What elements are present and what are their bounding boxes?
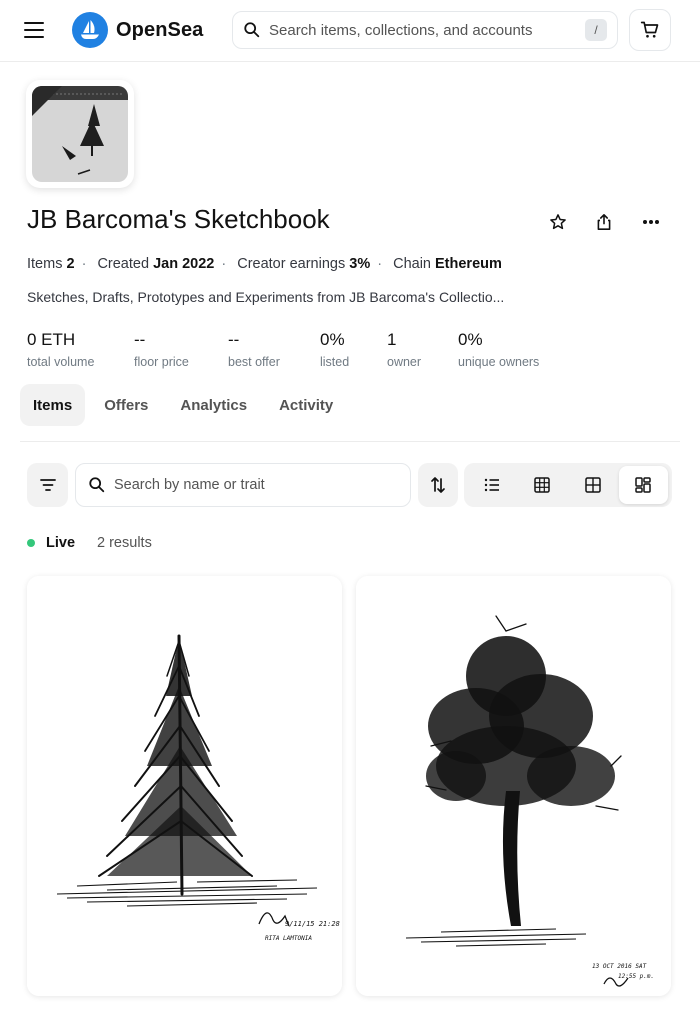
favorite-star-icon[interactable] — [546, 210, 570, 234]
stat-owner: 1 owner — [387, 330, 458, 369]
live-status-row: Live 2 results — [27, 535, 152, 551]
collection-avatar — [26, 80, 134, 188]
item-caption-line: 12:55 p.m. — [618, 973, 654, 980]
chain-name: Ethereum — [435, 256, 502, 272]
tab-offers[interactable]: Offers — [91, 384, 161, 426]
collection-meta: Items 2 · Created Jan 2022 · Creator earni… — [27, 256, 502, 272]
item-search-placeholder: Search by name or trait — [114, 477, 265, 493]
collection-stats: 0 ETH total volume -- floor price -- bes… — [27, 330, 558, 369]
item-search-input[interactable]: Search by name or trait — [75, 463, 411, 507]
stat-value: -- — [228, 330, 240, 349]
tab-analytics[interactable]: Analytics — [167, 384, 260, 426]
search-icon — [244, 22, 260, 38]
sort-button[interactable] — [418, 463, 458, 507]
stat-best-offer: -- best offer — [228, 330, 320, 369]
cart-icon — [640, 21, 659, 38]
list-view-button[interactable] — [467, 466, 517, 504]
stat-label: unique owners — [458, 355, 540, 369]
hamburger-menu-icon[interactable] — [24, 16, 56, 44]
created-label: Created — [97, 256, 150, 272]
small-grid-view-button[interactable] — [518, 466, 568, 504]
results-count: 2 results — [97, 535, 152, 551]
filter-button[interactable] — [27, 463, 68, 507]
collection-tabs: Items Offers Analytics Activity — [20, 384, 680, 442]
creator-earnings: 3% — [349, 256, 371, 272]
stat-label: listed — [320, 355, 350, 369]
items-label: Items — [27, 256, 63, 272]
cart-button[interactable] — [629, 9, 671, 51]
live-indicator-icon — [27, 539, 35, 547]
chain-label: Chain — [393, 256, 431, 272]
grid-small-icon — [534, 477, 550, 493]
earnings-label: Creator earnings — [237, 256, 346, 272]
share-icon[interactable] — [592, 210, 616, 234]
search-shortcut-key: / — [585, 19, 607, 41]
item-card-pine-tree[interactable]: 9/11/15 21:28 RITA LAMTONIA — [27, 576, 342, 996]
stat-value: 0% — [458, 330, 483, 349]
item-card-deciduous-tree[interactable]: 13 OCT 2016 SAT 12:55 p.m. — [356, 576, 671, 996]
stat-label: floor price — [134, 355, 189, 369]
pine-tree-sketch-image: 9/11/15 21:28 RITA LAMTONIA — [27, 576, 342, 996]
stat-value: -- — [134, 330, 146, 349]
top-navbar: OpenSea Search items, collections, and a… — [0, 0, 700, 62]
stat-floor-price: -- floor price — [134, 330, 228, 369]
stat-label: best offer — [228, 355, 280, 369]
brand-name: OpenSea — [116, 18, 204, 41]
stat-value: 0% — [320, 330, 345, 349]
item-caption-line: 9/11/15 21:28 — [285, 920, 340, 928]
filter-icon — [39, 479, 56, 491]
item-caption-line: 13 OCT 2016 SAT — [592, 963, 647, 970]
item-caption-line: RITA LAMTONIA — [265, 935, 312, 942]
masonry-icon — [635, 477, 651, 493]
created-date: Jan 2022 — [153, 256, 215, 272]
stat-value: 1 — [387, 330, 397, 349]
opensea-logo[interactable]: OpenSea — [72, 12, 203, 48]
more-options-icon[interactable] — [639, 210, 663, 234]
stat-label: total volume — [27, 355, 95, 369]
global-search-placeholder: Search items, collections, and accounts — [269, 21, 533, 39]
stat-listed: 0% listed — [320, 330, 387, 369]
stat-value: 0 ETH — [27, 330, 76, 349]
sort-arrows-icon — [431, 477, 445, 493]
collection-avatar-image — [32, 86, 128, 182]
deciduous-tree-sketch-image: 13 OCT 2016 SAT 12:55 p.m. — [356, 576, 671, 996]
list-icon — [484, 478, 499, 492]
grid-large-icon — [585, 477, 601, 493]
stat-label: owner — [387, 355, 422, 369]
tab-items[interactable]: Items — [20, 384, 86, 426]
global-search-input[interactable]: Search items, collections, and accounts … — [232, 11, 618, 49]
live-label: Live — [46, 535, 76, 551]
stat-total-volume: 0 ETH total volume — [27, 330, 134, 369]
collection-description[interactable]: Sketches, Drafts, Prototypes and Experim… — [27, 289, 504, 305]
stat-unique-owners: 0% unique owners — [458, 330, 558, 369]
tab-activity[interactable]: Activity — [266, 384, 346, 426]
masonry-view-button[interactable] — [618, 466, 668, 504]
collection-title: JB Barcoma's Sketchbook — [27, 204, 330, 234]
large-grid-view-button[interactable] — [568, 466, 618, 504]
search-icon — [89, 477, 105, 493]
items-count: 2 — [66, 256, 75, 272]
view-mode-toggle — [464, 463, 672, 507]
opensea-boat-icon — [72, 12, 108, 48]
